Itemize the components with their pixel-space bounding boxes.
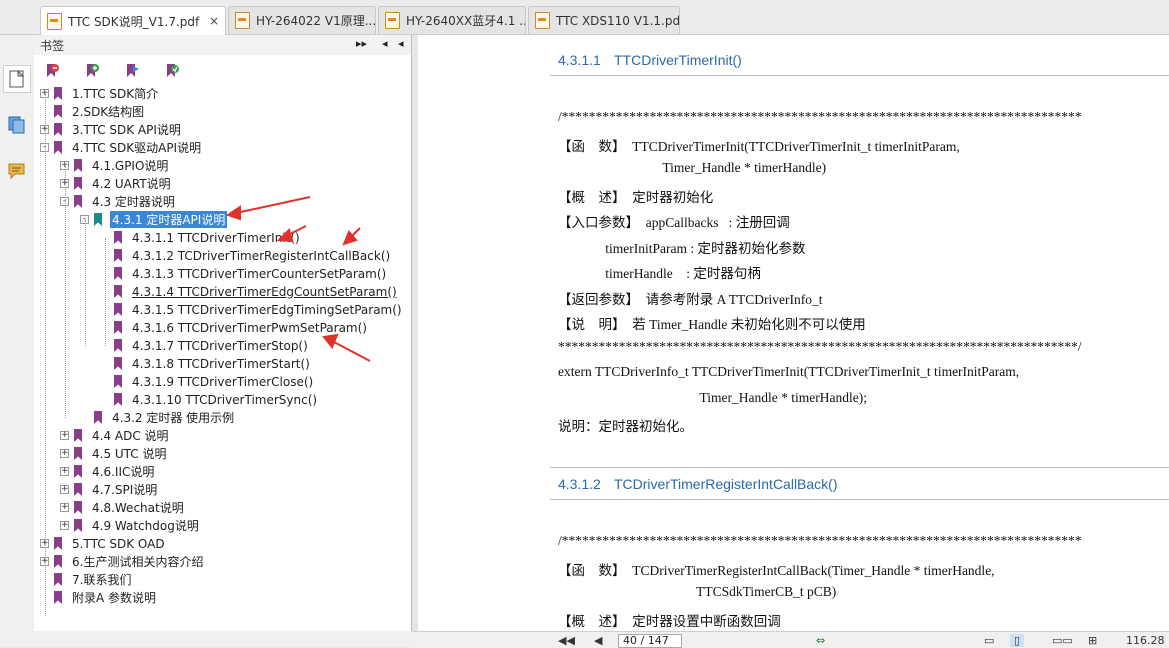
- section-number: 4.3.1.1: [558, 52, 601, 68]
- code-line: /***************************************…: [558, 109, 1082, 124]
- tab-hy-264022[interactable]: HY-264022 V1原理...: [228, 6, 376, 34]
- section-number: 4.3.1.2: [558, 476, 601, 492]
- annotation-arrows: [225, 196, 371, 362]
- panel-bottom-bar: [34, 631, 412, 647]
- code-line: Timer_Handle * timerHandle);: [558, 389, 867, 405]
- code-line: Timer_Handle * timerHandle): [558, 160, 827, 175]
- section-underline: [550, 499, 1169, 500]
- comment-icon: [8, 163, 25, 180]
- code-line: ****************************************…: [558, 338, 1082, 354]
- status-bar: ◀◀ ◀ 40 / 147 ⇔ ▭ ▯ ▭▭ ⊞ 116.28: [412, 631, 1169, 648]
- tab-ttc-xds110[interactable]: TTC XDS110 V1.1.pdf: [528, 6, 680, 34]
- red-arrow-1-head: [225, 205, 241, 221]
- code-line: 【返回参数】 请参考附录 A TTCDriverInfo_t: [558, 291, 823, 307]
- zoom-level[interactable]: 116.28: [1126, 634, 1165, 647]
- first-page-icon[interactable]: ◀◀: [558, 634, 575, 647]
- two-page-continuous-icon[interactable]: ⊞: [1088, 634, 1097, 647]
- red-arrow-4-head: [322, 333, 339, 349]
- pdf-file-icon: [535, 12, 550, 29]
- code-line: 【函 数】 TTCDriverTimerInit(TTCDriverTimerI…: [558, 138, 960, 154]
- continuous-page-icon[interactable]: ▯: [1010, 634, 1025, 647]
- code-line: TTCSdkTimerCB_t pCB): [558, 584, 837, 599]
- document-viewport: 4.3.1.1 TTCDriverTimerInit() /***********…: [412, 35, 1169, 631]
- red-arrow-1: [235, 196, 311, 214]
- tab-label: HY-264022 V1原理...: [256, 14, 376, 28]
- section-heading-4-3-1-2: 4.3.1.2 TCDriverTimerRegisterIntCallBack(…: [558, 476, 838, 492]
- code-line: 【概 述】 定时器初始化: [558, 189, 714, 205]
- bookmarks-panel-button[interactable]: [3, 65, 31, 93]
- page-icon: [9, 70, 25, 88]
- pdf-file-icon: [385, 12, 400, 29]
- tab-label: TTC SDK说明_V1.7.pdf: [68, 14, 200, 29]
- code-line: 说明：定时器初始化。: [558, 419, 693, 434]
- pdf-file-icon: [235, 12, 250, 29]
- section-title: TCDriverTimerRegisterIntCallBack(): [614, 476, 838, 492]
- code-line: timerHandle : 定时器句柄: [558, 266, 761, 281]
- code-line: extern TTCDriverInfo_t TTCDriverTimerIni…: [558, 364, 1020, 379]
- red-arrow-4: [331, 340, 371, 362]
- tab-ttc-sdk[interactable]: TTC SDK说明_V1.7.pdf ×: [40, 6, 226, 35]
- code-line: 【说 明】 若 Timer_Handle 未初始化则不可以使用: [558, 317, 866, 332]
- single-page-icon[interactable]: ▭: [984, 634, 994, 647]
- two-page-icon[interactable]: ▭▭: [1052, 634, 1073, 647]
- bookmarks-panel: 书签 ▸▸ ◂ ◂ +1.TTC SDK简介 2.SDK结构图 +3.TTC SDK…: [34, 35, 412, 631]
- navigation-rail: [0, 35, 35, 647]
- section-underline: [550, 75, 1169, 76]
- comments-panel-button[interactable]: [3, 157, 31, 185]
- pdf-page: 4.3.1.1 TTCDriverTimerInit() /***********…: [418, 35, 1169, 631]
- document-tab-strip: TTC SDK说明_V1.7.pdf × HY-264022 V1原理... H…: [0, 0, 1169, 35]
- red-arrow-2-head: [276, 228, 294, 243]
- tab-label: HY-2640XX蓝牙4.1 ...: [406, 14, 526, 28]
- pages-icon: [8, 116, 25, 134]
- fit-page-icon[interactable]: ⇔: [816, 634, 825, 647]
- section-overline: [550, 467, 1169, 468]
- section-heading-4-3-1-1: 4.3.1.1 TTCDriverTimerInit(): [558, 52, 742, 68]
- page-number-input[interactable]: 40 / 147: [618, 634, 682, 648]
- pages-panel-button[interactable]: [3, 111, 31, 139]
- tab-label: TTC XDS110 V1.1.pdf: [556, 13, 680, 28]
- pdf-file-icon: [47, 12, 62, 30]
- section-title: TTCDriverTimerInit(): [614, 52, 742, 68]
- close-icon[interactable]: ×: [201, 14, 219, 28]
- prev-page-icon[interactable]: ◀: [594, 634, 602, 647]
- code-line: 【概 述】 定时器设置中断函数回调: [558, 613, 781, 629]
- code-line: timerInitParam : 定时器初始化参数: [558, 240, 806, 256]
- code-line: /***************************************…: [558, 533, 1082, 548]
- code-line: 【函 数】 TCDriverTimerRegisterIntCallBack(T…: [558, 562, 995, 578]
- code-line: 【入口参数】 appCallbacks : 注册回调: [558, 215, 790, 230]
- tab-hy-2640xx[interactable]: HY-2640XX蓝牙4.1 ...: [378, 6, 526, 34]
